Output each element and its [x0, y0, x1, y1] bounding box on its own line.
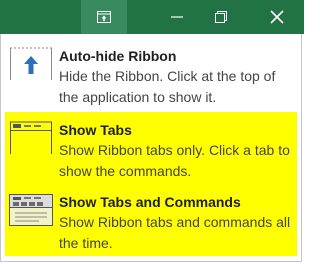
restore-icon — [215, 11, 227, 23]
menu-item-show-tabs-and-commands[interactable]: Show Tabs and Commands Show Ribbon tabs … — [5, 186, 297, 256]
auto-hide-ribbon-description: Hide the Ribbon. Click at the top of the… — [59, 68, 276, 105]
restore-button[interactable] — [198, 0, 244, 34]
minimize-icon — [171, 16, 183, 18]
minimize-button[interactable] — [154, 0, 200, 34]
show-tabs-description: Show Ribbon tabs only. Click a tab to sh… — [59, 142, 290, 179]
close-button[interactable] — [254, 0, 300, 34]
close-icon — [270, 10, 284, 24]
show-tabs-label: Show Tabs — [59, 122, 132, 138]
ribbon-display-options-icon — [97, 11, 111, 23]
menu-item-show-tabs[interactable]: Show Tabs Show Ribbon tabs only. Click a… — [5, 112, 297, 186]
ribbon-display-options-button[interactable] — [81, 0, 127, 34]
auto-hide-ribbon-label: Auto-hide Ribbon — [59, 48, 177, 64]
title-bar — [0, 0, 304, 34]
auto-hide-ribbon-icon — [10, 47, 52, 80]
show-tabs-and-commands-description: Show Ribbon tabs and commands all the ti… — [59, 214, 291, 251]
menu-item-auto-hide-ribbon[interactable]: Auto-hide Ribbon Hide the Ribbon. Click … — [5, 38, 297, 112]
show-tabs-icon — [10, 121, 52, 154]
ribbon-display-options-menu: Auto-hide Ribbon Hide the Ribbon. Click … — [0, 34, 302, 262]
show-tabs-and-commands-label: Show Tabs and Commands — [59, 194, 241, 210]
show-tabs-and-commands-icon — [9, 194, 53, 226]
